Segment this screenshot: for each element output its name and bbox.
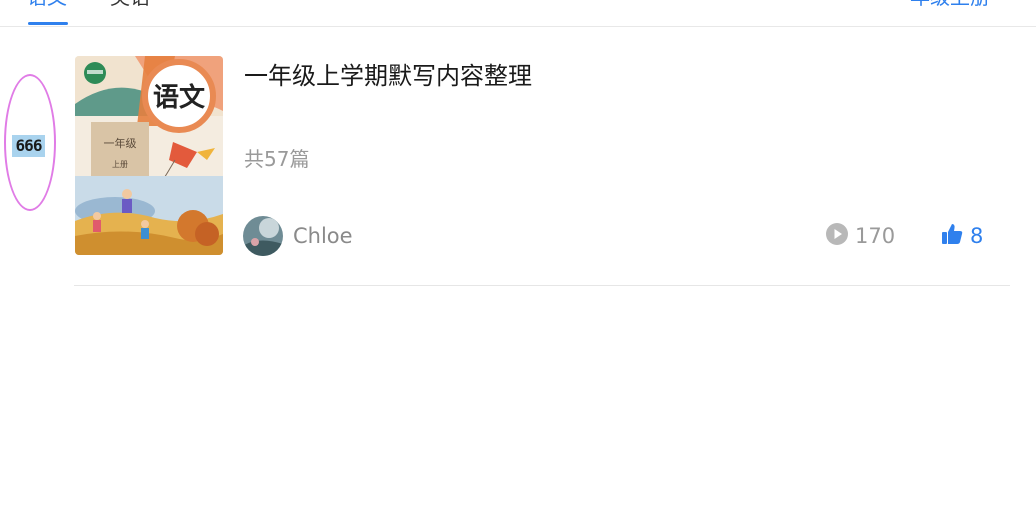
author-name[interactable]: Chloe: [293, 222, 353, 250]
thumbs-up-icon: [940, 222, 964, 251]
active-tab-indicator: [28, 22, 68, 25]
grade-selector[interactable]: 一年级上册: [890, 0, 990, 11]
book-cover[interactable]: 语文 一年级 上册: [75, 56, 223, 255]
annotation-label: 666: [12, 135, 45, 157]
play-count-value: 170: [855, 224, 896, 248]
tab-english[interactable]: 英语: [110, 0, 150, 11]
cover-grade: 一年级: [104, 136, 137, 150]
play-circle-icon: [825, 222, 849, 251]
collection-card[interactable]: 语文 一年级 上册 一年级上学期默写内容整理 共57篇 Chloe 170 8: [74, 56, 1010, 286]
cover-subject: 语文: [153, 82, 206, 113]
book-cover-illustration: 语文 一年级 上册: [75, 56, 223, 255]
play-count: 170: [825, 222, 895, 250]
subject-tab-bar: 语文 英语 一年级上册: [0, 0, 1036, 27]
tab-chinese[interactable]: 语文: [27, 0, 67, 11]
page: 语文 英语 一年级上册 666 语文: [0, 0, 1036, 512]
collection-title[interactable]: 一年级上学期默写内容整理: [244, 59, 532, 93]
like-count-value: 8: [970, 224, 984, 248]
avatar-image: [243, 216, 283, 256]
article-count: 共57篇: [244, 147, 310, 171]
avatar[interactable]: [243, 216, 283, 256]
like-button[interactable]: 8: [940, 222, 983, 250]
cover-volume: 上册: [112, 160, 128, 169]
